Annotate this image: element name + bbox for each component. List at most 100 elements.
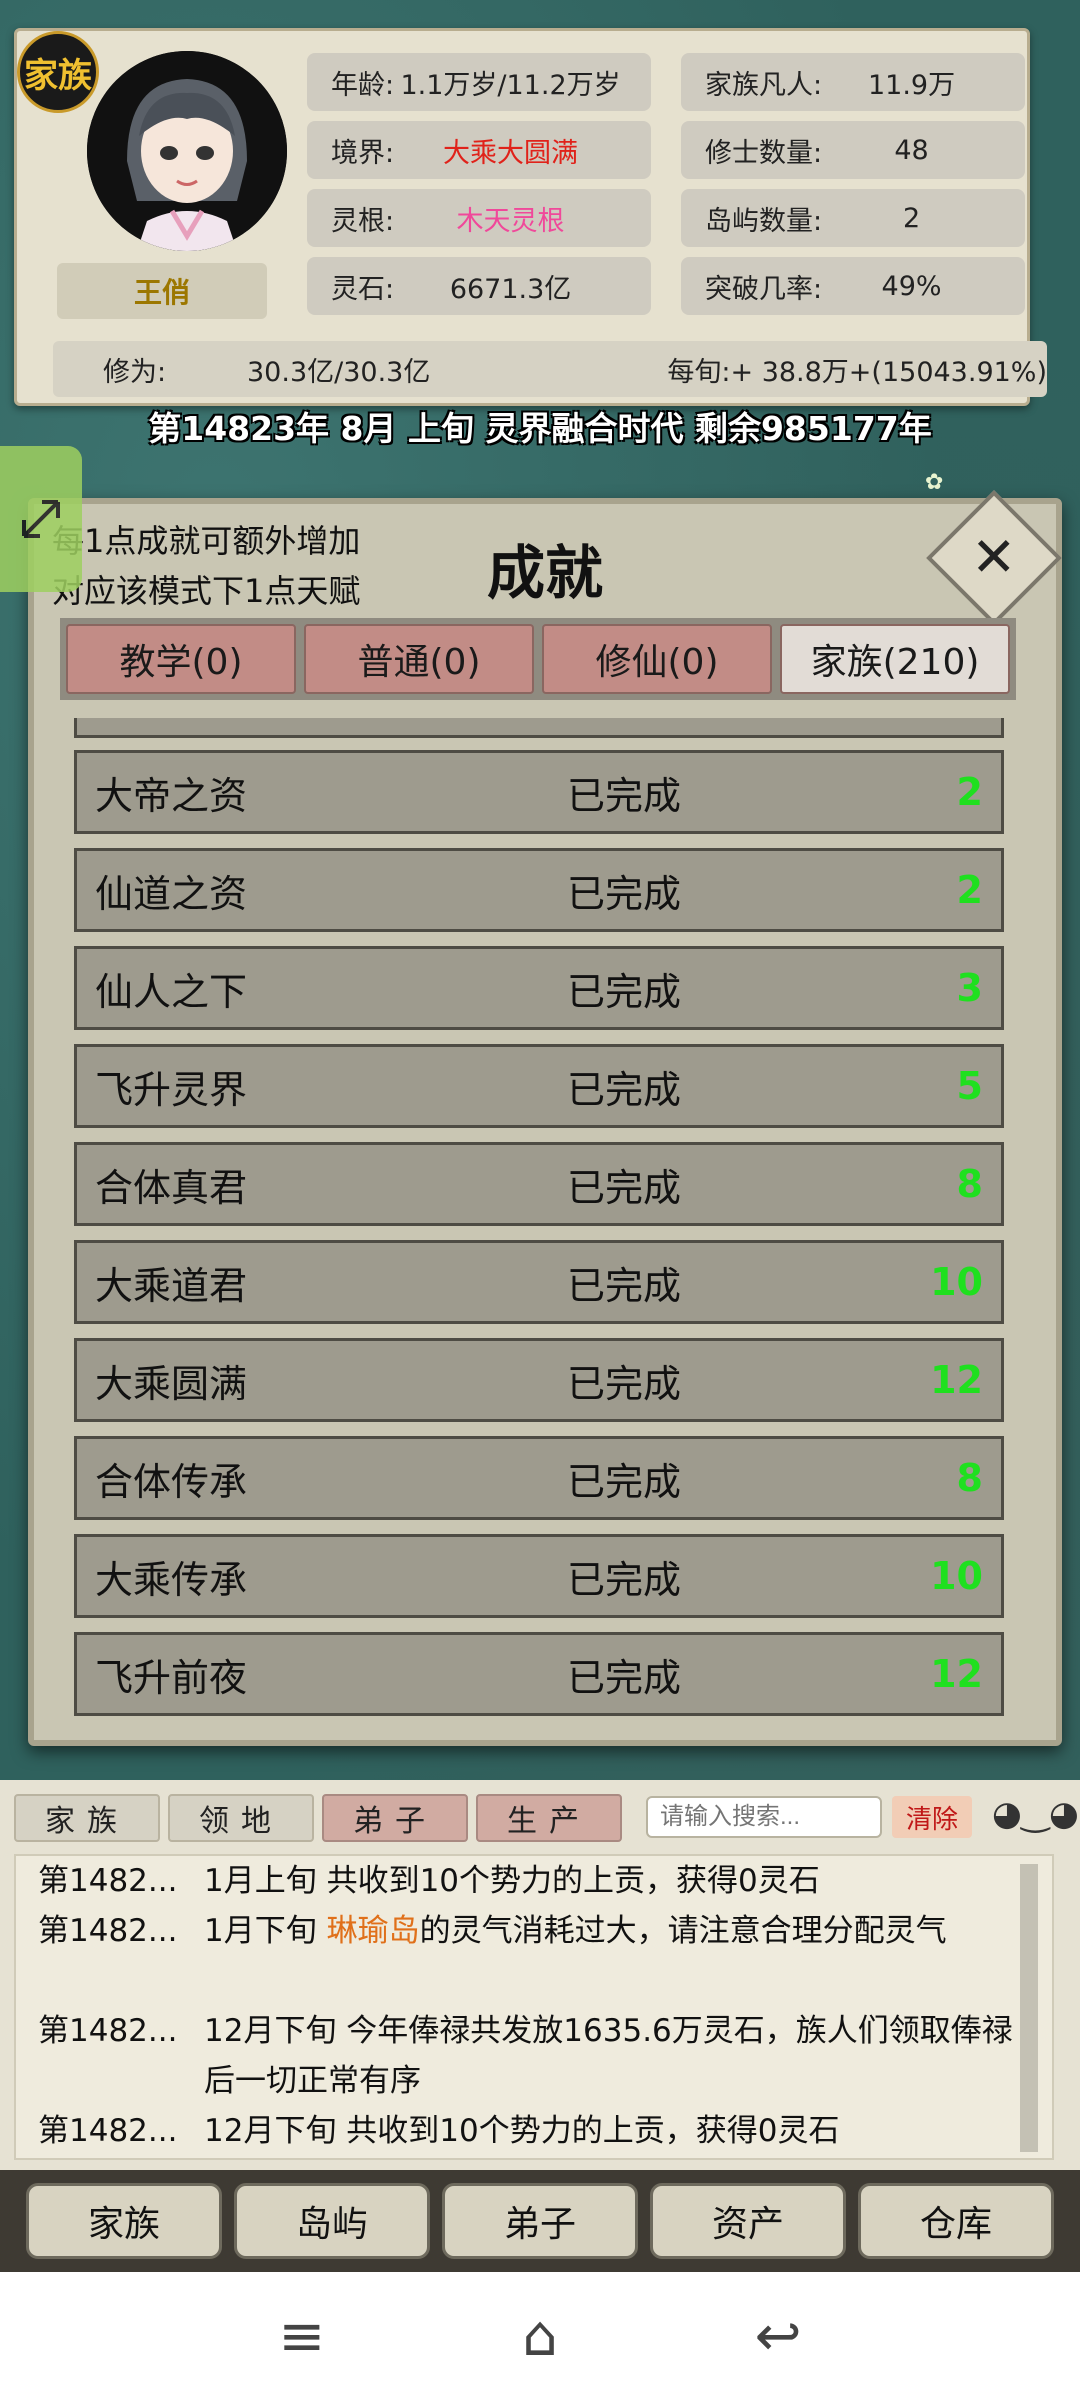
- achievement-points: 2: [956, 770, 983, 814]
- achievement-status: 已完成: [567, 1459, 682, 1504]
- achievement-name: 大乘传承: [95, 1557, 248, 1602]
- stat-value: 11.9万: [867, 69, 956, 101]
- log-scrollbar[interactable]: [1020, 1864, 1038, 2152]
- achievement-points: 2: [956, 868, 983, 912]
- stat-label: 家族凡人:: [705, 69, 823, 101]
- tab-clan[interactable]: 家族(210): [780, 624, 1010, 694]
- log-list[interactable]: 第1482... 1月上旬 共收到10个势力的上贡，获得0灵石 第1482...…: [14, 1854, 1054, 2160]
- log-date: 第1482...: [38, 2013, 178, 2049]
- log-tab-disciples[interactable]: 弟子: [322, 1794, 468, 1842]
- nav-disciples-button[interactable]: 弟子: [442, 2183, 638, 2259]
- achievement-name: 仙人之下: [95, 969, 248, 1014]
- close-icon: ✕: [971, 526, 1017, 589]
- expand-button[interactable]: [0, 446, 82, 592]
- achievement-tabs: 教学(0) 普通(0) 修仙(0) 家族(210): [60, 618, 1016, 700]
- nav-assets-button[interactable]: 资产: [650, 2183, 846, 2259]
- clan-badge[interactable]: 家族: [17, 31, 99, 113]
- stat-value: 大乘大圆满: [443, 137, 579, 169]
- stat-mortals: 家族凡人: 11.9万: [681, 53, 1025, 111]
- stat-cultivators: 修士数量: 48: [681, 121, 1025, 179]
- achievement-name: 飞升前夜: [95, 1655, 248, 1700]
- achievement-name: 仙道之资: [95, 871, 248, 916]
- stat-islands: 岛屿数量: 2: [681, 189, 1025, 247]
- island-link[interactable]: 琳瑜岛: [327, 1913, 420, 1949]
- achievements-dialog: 每1点成就可额外增加 对应该模式下1点天赋 成就 ✕ 教学(0) 普通(0) 修…: [28, 490, 1062, 1746]
- stat-value: 1.1万岁/11.2万岁: [400, 69, 621, 101]
- achievement-status: 已完成: [567, 1165, 682, 1210]
- nav-islands-button[interactable]: 岛屿: [234, 2183, 430, 2259]
- clear-button[interactable]: 清除: [892, 1796, 972, 1838]
- emoji-icon[interactable]: ◕‿◕: [992, 1794, 1079, 1834]
- game-date: 第14823年 8月 上旬 灵界融合时代 剩余985177年: [148, 409, 932, 448]
- achievement-row[interactable]: 大乘圆满 已完成 12: [74, 1338, 1004, 1422]
- avatar[interactable]: [87, 51, 287, 251]
- log-panel: 家族 领地 弟子 生产 清除 ◕‿◕ 第1482... 1月上旬 共收到10个势…: [0, 1780, 1080, 2170]
- achievement-row[interactable]: 大乘传承 已完成 10: [74, 1534, 1004, 1618]
- achievement-row[interactable]: 仙人之下 已完成 3: [74, 946, 1004, 1030]
- log-tab-territory[interactable]: 领地: [168, 1794, 314, 1842]
- log-entry: 第1482... 12月下旬 共收到10个势力的上贡，获得0灵石: [38, 2106, 839, 2156]
- achievement-status: 已完成: [567, 1655, 682, 1700]
- achievement-status: 已完成: [567, 969, 682, 1014]
- log-date: 第1482...: [38, 2113, 178, 2149]
- achievement-points: 8: [956, 1162, 983, 1206]
- cultivation-row: 修为: 30.3亿/30.3亿 每旬:+ 38.8万+(15043.91%): [53, 341, 1047, 397]
- tab-tutorial[interactable]: 教学(0): [66, 624, 296, 694]
- stat-label: 灵石:: [331, 273, 395, 305]
- home-icon[interactable]: ⌂: [522, 2304, 558, 2369]
- system-nav-bar: ≡ ⌂ ↩: [0, 2272, 1080, 2400]
- achievement-points: 8: [956, 1456, 983, 1500]
- achievement-row[interactable]: 大帝之资 已完成 2: [74, 750, 1004, 834]
- cultivation-value: 30.3亿/30.3亿: [247, 356, 431, 388]
- nav-clan-button[interactable]: 家族: [26, 2183, 222, 2259]
- achievement-status: 已完成: [567, 1361, 682, 1406]
- log-tab-production[interactable]: 生产: [476, 1794, 622, 1842]
- stat-label: 修士数量:: [705, 137, 823, 169]
- achievement-row[interactable]: 合体真君 已完成 8: [74, 1142, 1004, 1226]
- achievement-name: 飞升灵界: [95, 1067, 248, 1112]
- achievement-points: 10: [930, 1554, 983, 1598]
- stat-label: 突破几率:: [705, 273, 823, 305]
- map-marker-icon: ✿: [925, 470, 944, 495]
- character-portrait-icon: [87, 51, 287, 251]
- tab-normal[interactable]: 普通(0): [304, 624, 534, 694]
- back-icon[interactable]: ↩: [755, 2304, 802, 2369]
- achievement-status: 已完成: [567, 871, 682, 916]
- achievement-row[interactable]: 合体传承 已完成 8: [74, 1436, 1004, 1520]
- log-entry: 第1482... 1月下旬 琳瑜岛的灵气消耗过大，请注意合理分配灵气: [38, 1906, 947, 1956]
- achievement-row[interactable]: 仙道之资 已完成 2: [74, 848, 1004, 932]
- achievement-points: 3: [956, 966, 983, 1010]
- log-text: 12月下旬 共收到10个势力的上贡，获得0灵石: [204, 2113, 840, 2149]
- per-period-gain: 每旬:+ 38.8万+(15043.91%): [667, 356, 1047, 388]
- menu-icon[interactable]: ≡: [278, 2304, 325, 2369]
- achievement-list[interactable]: 大帝之资 已完成 2 仙道之资 已完成 2 仙人之下 已完成 3 飞升灵界 已完…: [74, 718, 1004, 1724]
- stat-label: 年龄:: [331, 69, 395, 101]
- achievement-name: 大帝之资: [95, 773, 248, 818]
- log-date: 第1482...: [38, 1913, 178, 1949]
- stat-value: 木天灵根: [456, 205, 565, 237]
- tab-cultivation[interactable]: 修仙(0): [542, 624, 772, 694]
- search-input[interactable]: [646, 1796, 882, 1838]
- nav-warehouse-button[interactable]: 仓库: [858, 2183, 1054, 2259]
- stat-label: 岛屿数量:: [705, 205, 823, 237]
- achievement-row[interactable]: 飞升前夜 已完成 12: [74, 1632, 1004, 1716]
- log-entry: 第1482... 12月下旬 今年俸禄共发放1635.6万灵石，族人们领取俸禄后…: [38, 2006, 1013, 2099]
- expand-icon: [22, 500, 60, 538]
- achievement-name: 合体真君: [95, 1165, 248, 1210]
- achievement-row[interactable]: 大乘道君 已完成 10: [74, 1240, 1004, 1324]
- stat-spirit-root: 灵根: 木天灵根: [307, 189, 651, 247]
- character-name[interactable]: 王俏: [57, 263, 267, 319]
- achievement-name: 合体传承: [95, 1459, 248, 1504]
- log-date: 第1482...: [38, 1863, 178, 1899]
- stat-value: 49%: [881, 270, 942, 302]
- stat-value: 6671.3亿: [449, 273, 572, 305]
- achievement-points: 12: [930, 1652, 983, 1696]
- achievement-status: 已完成: [567, 1067, 682, 1112]
- achievement-status: 已完成: [567, 1557, 682, 1602]
- stat-value: 2: [902, 202, 921, 234]
- log-tab-clan[interactable]: 家族: [14, 1794, 160, 1842]
- dialog-title: 成就: [486, 539, 603, 607]
- achievement-name: 大乘圆满: [95, 1361, 248, 1406]
- status-panel: 家族 王俏 年龄: 1.1万岁/11.2万岁 境界: 大乘大圆满 灵根: 木天灵…: [14, 28, 1047, 406]
- achievement-row[interactable]: 飞升灵界 已完成 5: [74, 1044, 1004, 1128]
